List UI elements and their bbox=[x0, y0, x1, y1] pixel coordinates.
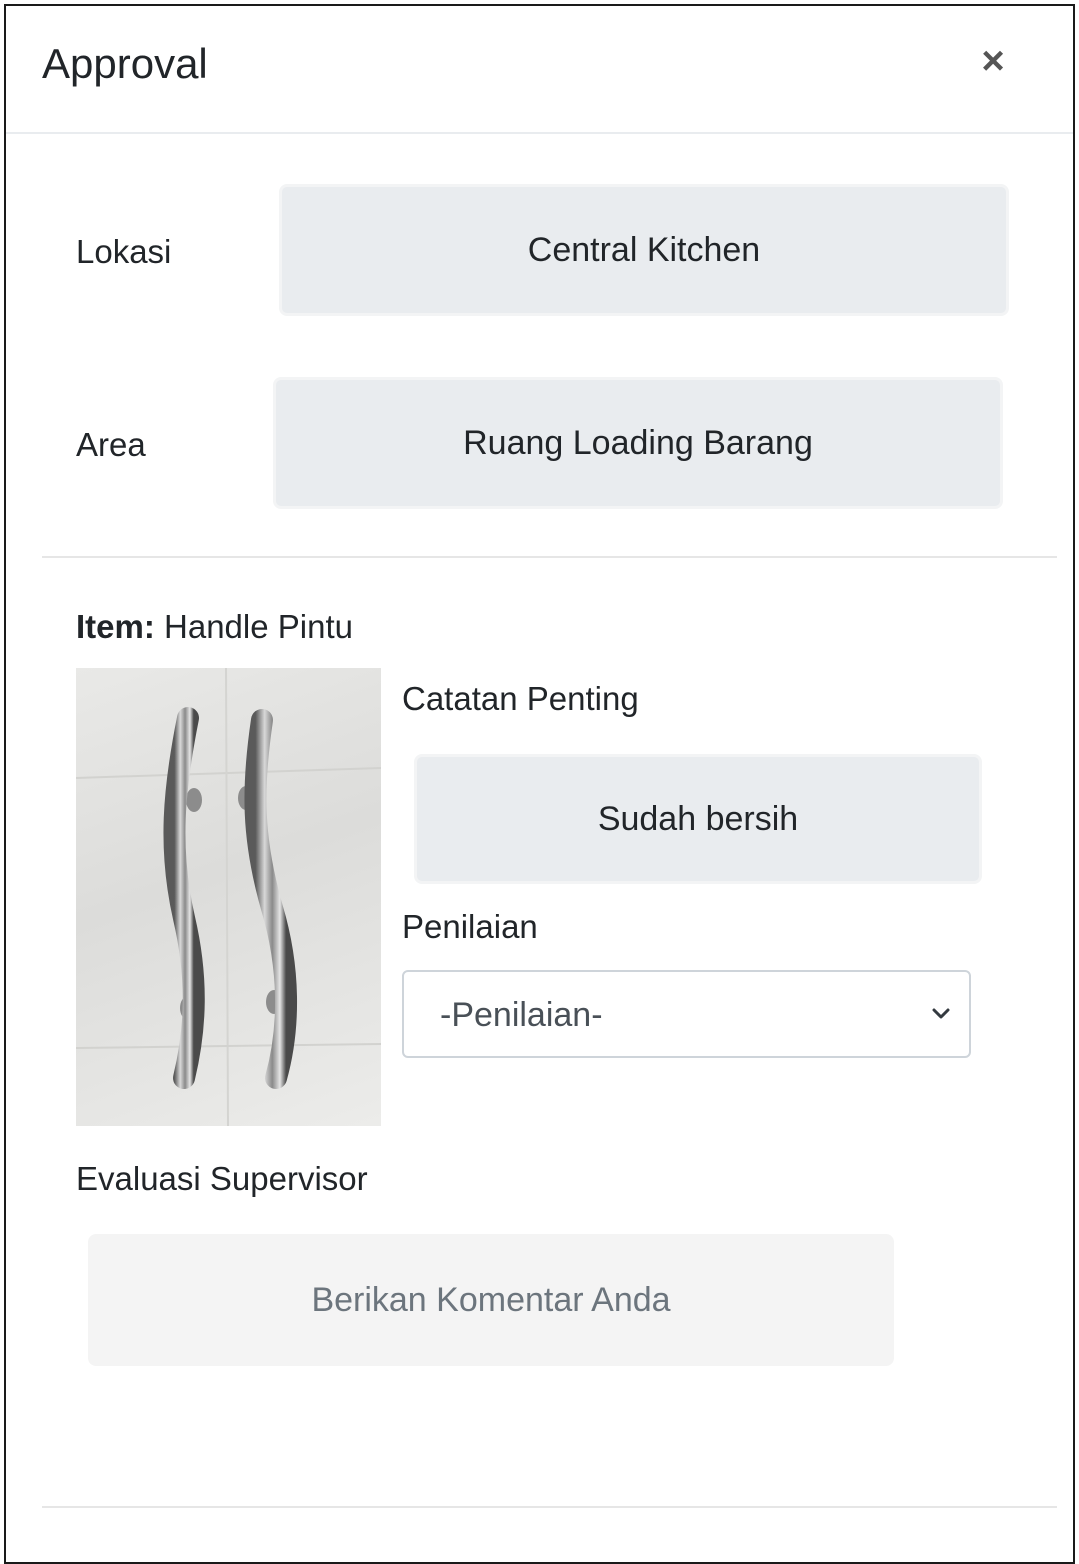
rating-selected-value: -Penilaian- bbox=[440, 996, 603, 1034]
evaluation-label: Evaluasi Supervisor bbox=[76, 1160, 368, 1197]
rating-label: Penilaian bbox=[402, 908, 538, 945]
close-button[interactable]: × bbox=[973, 36, 1013, 86]
notes-label: Catatan Penting bbox=[402, 680, 639, 717]
evaluation-comment-input[interactable]: Berikan Komentar Anda bbox=[88, 1234, 894, 1366]
lokasi-label: Lokasi bbox=[76, 233, 172, 270]
door-handle-image bbox=[76, 668, 381, 1126]
modal-title: Approval bbox=[42, 40, 208, 87]
notes-field: Sudah bersih bbox=[414, 754, 982, 884]
item-heading: Item: Handle Pintu bbox=[76, 608, 353, 646]
footer-divider bbox=[42, 1506, 1057, 1508]
area-field: Ruang Loading Barang bbox=[273, 377, 1003, 509]
modal-header: Approval × bbox=[6, 6, 1073, 134]
rating-select[interactable]: -Penilaian- bbox=[402, 970, 971, 1058]
chevron-down-icon bbox=[932, 1008, 950, 1019]
approval-modal: Approval × Lokasi Central Kitchen Area R… bbox=[4, 4, 1075, 1564]
area-label: Area bbox=[76, 426, 146, 463]
section-divider bbox=[42, 556, 1057, 558]
item-name: Handle Pintu bbox=[164, 608, 353, 645]
lokasi-field: Central Kitchen bbox=[279, 184, 1009, 316]
door-handle-photo bbox=[76, 668, 381, 1126]
item-prefix: Item: bbox=[76, 608, 155, 645]
